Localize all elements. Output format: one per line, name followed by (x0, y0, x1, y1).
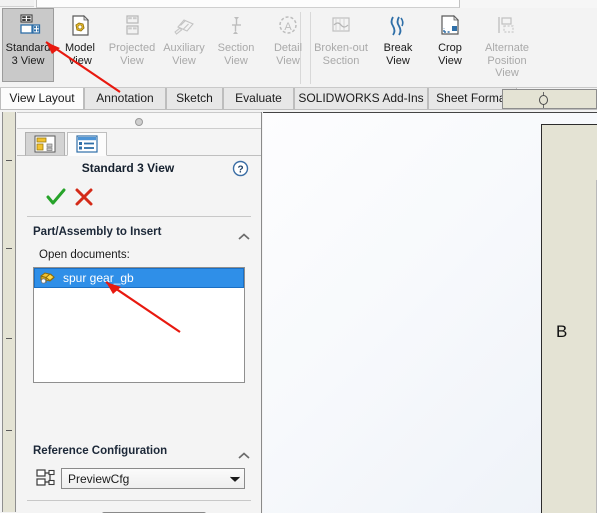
standard-3-view-button[interactable]: Standard 3 View (2, 8, 54, 82)
ruler-tick (6, 430, 12, 431)
chevron-up-icon[interactable] (237, 229, 251, 240)
broken-out-section-button[interactable]: Broken-out Section (310, 8, 372, 70)
sheet-zone-label: B (556, 322, 568, 341)
standard-3-view-label: Standard 3 View (5, 42, 51, 67)
tab-view-layout[interactable]: View Layout (0, 88, 84, 110)
section-view-button[interactable]: Section View (210, 8, 262, 70)
document-tab-stub[interactable] (36, 0, 460, 8)
tab-annotation[interactable]: Annotation (84, 88, 166, 110)
auxiliary-view-label: Auxiliary View (163, 42, 205, 67)
ribbon-group-view-tools-secondary: Broken-out Section Break View Crop View … (310, 8, 538, 87)
detail-view-icon: A (274, 13, 302, 39)
alternate-position-view-button[interactable]: Alternate Position View (476, 8, 538, 83)
chevron-down-icon[interactable] (226, 475, 244, 483)
break-view-label: Break View (383, 42, 413, 67)
window-top-edge (0, 0, 597, 8)
vertical-ruler[interactable] (2, 112, 16, 512)
section-header-part-assembly: Part/Assembly to Insert (33, 226, 162, 238)
auxiliary-view-icon (170, 13, 198, 39)
ruler-tick (6, 338, 12, 339)
svg-text:?: ? (237, 164, 243, 175)
ribbon-toolbar: Standard 3 View Model View Projected Vie… (0, 8, 597, 88)
sheet-border-zone-strip: B (541, 124, 597, 513)
open-documents-label: Open documents: (39, 249, 130, 261)
panel-tab-bar (17, 130, 261, 156)
detail-view-label: Detail View (273, 42, 303, 67)
projected-view-button[interactable]: Projected View (106, 8, 158, 70)
panel-action-row (17, 186, 261, 212)
model-view-icon (66, 13, 94, 39)
standard-3-view-icon (14, 13, 42, 39)
projected-view-label: Projected View (108, 42, 156, 67)
section-view-label: Section View (217, 42, 255, 67)
break-view-button[interactable]: Break View (372, 8, 424, 70)
solidworks-drawing-window: Standard 3 View Model View Projected Vie… (0, 0, 597, 513)
chevron-up-icon[interactable] (237, 448, 251, 459)
auxiliary-view-button[interactable]: Auxiliary View (158, 8, 210, 70)
drawing-canvas[interactable]: B (263, 112, 597, 513)
crop-view-label: Crop View (438, 42, 462, 67)
pin-icon[interactable] (135, 118, 143, 126)
tab-sketch[interactable]: Sketch (166, 88, 223, 110)
feature-manager-tree-tab[interactable] (25, 132, 65, 156)
model-view-label: Model View (65, 42, 95, 67)
panel-title-row: Standard 3 View ? (17, 157, 261, 183)
reference-configuration-value: PreviewCfg (68, 471, 130, 486)
model-view-button[interactable]: Model View (54, 8, 106, 70)
projected-view-icon (118, 13, 146, 39)
part-document-icon (40, 272, 55, 284)
ribbon-group-view-tools-primary: Standard 3 View Model View Projected Vie… (2, 8, 314, 87)
broken-out-section-icon (327, 13, 355, 39)
property-manager-icon (76, 135, 98, 153)
panel-pin-bar[interactable] (17, 112, 261, 129)
tab-evaluate[interactable]: Evaluate (223, 88, 294, 110)
panel-divider (27, 216, 251, 217)
crop-view-icon (436, 13, 464, 39)
help-icon[interactable]: ? (232, 160, 249, 177)
open-documents-listbox[interactable]: spur gear_gb (33, 267, 245, 383)
ruler-origin-marker (539, 95, 548, 105)
list-item-label: spur gear_gb (63, 271, 134, 285)
detail-view-button[interactable]: A Detail View (262, 8, 314, 70)
horizontal-ruler[interactable] (502, 89, 597, 109)
broken-out-section-label: Broken-out Section (314, 42, 368, 67)
ok-accept-button[interactable] (45, 186, 67, 208)
alternate-position-view-icon (493, 13, 521, 39)
page-title: Standard 3 View (81, 161, 175, 175)
crop-view-button[interactable]: Crop View (424, 8, 476, 70)
tab-solidworks-add-ins[interactable]: SOLIDWORKS Add-Ins (294, 88, 428, 110)
property-manager-panel: Standard 3 View ? Part/Assembly to Inser… (17, 112, 262, 513)
window-edge-left-notch (0, 0, 34, 7)
cancel-button[interactable] (73, 186, 95, 208)
ruler-tick (6, 248, 12, 249)
break-view-icon (384, 13, 412, 39)
list-item[interactable]: spur gear_gb (34, 268, 244, 288)
panel-divider (27, 500, 251, 501)
section-view-icon (222, 13, 250, 39)
tabstrip-underline (0, 109, 597, 110)
svg-text:A: A (284, 21, 292, 33)
section-header-reference-configuration: Reference Configuration (33, 445, 168, 457)
property-manager-tab[interactable] (67, 132, 107, 156)
feature-tree-icon (34, 135, 56, 153)
reference-configuration-dropdown[interactable]: PreviewCfg (61, 468, 245, 489)
alternate-position-view-label: Alternate Position View (484, 42, 530, 79)
configuration-icon (35, 467, 57, 489)
ruler-tick (6, 160, 12, 161)
